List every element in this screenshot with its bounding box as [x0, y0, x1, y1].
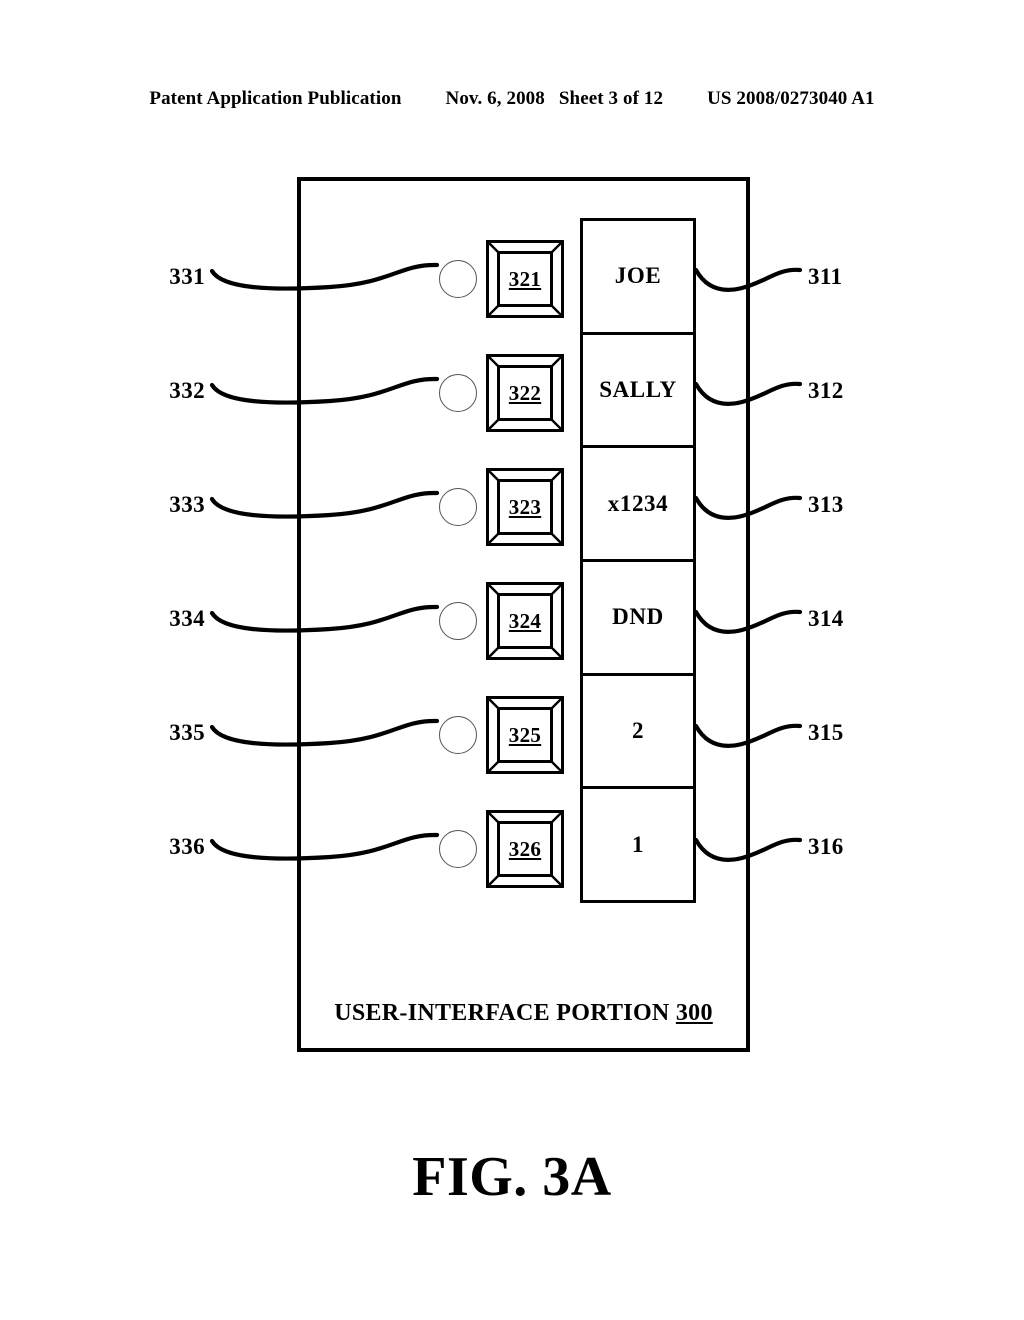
ref-label-right: 316	[808, 834, 844, 859]
display-cell: 2	[583, 675, 693, 790]
ref-label-left: 331	[169, 264, 205, 289]
panel-caption-number: 300	[675, 1000, 713, 1026]
display-column: JOE SALLY x1234 DND 2 1	[580, 218, 696, 903]
button-inner-face: 324	[497, 593, 553, 649]
button-label: 325	[508, 722, 542, 747]
ref-label-left: 334	[169, 606, 205, 631]
led-indicator	[439, 830, 477, 868]
button-label: 321	[508, 266, 542, 291]
ref-label-left: 332	[169, 378, 205, 403]
led-indicator	[439, 488, 477, 526]
panel-caption: USER-INTERFACE PORTION 300	[297, 1000, 750, 1027]
ref-label-right: 313	[808, 492, 844, 517]
ref-label-right: 311	[808, 264, 843, 289]
ref-label-right: 314	[808, 606, 844, 631]
hard-button[interactable]: 322	[486, 354, 564, 432]
ref-label-left: 335	[169, 720, 205, 745]
display-cell: x1234	[583, 448, 693, 563]
display-cell: JOE	[583, 221, 693, 335]
button-label: 323	[508, 494, 542, 519]
led-indicator	[439, 716, 477, 754]
led-indicator	[439, 602, 477, 640]
ref-label-left: 336	[169, 834, 205, 859]
button-inner-face: 326	[497, 821, 553, 877]
button-label: 326	[508, 836, 542, 861]
button-label: 324	[508, 608, 542, 633]
display-cell: SALLY	[583, 334, 693, 449]
hard-button[interactable]: 325	[486, 696, 564, 774]
button-inner-face: 323	[497, 479, 553, 535]
led-indicator	[439, 374, 477, 412]
figure-3a: JOE SALLY x1234 DND 2 1 321 322 323 324 …	[0, 0, 1024, 1320]
button-label: 322	[508, 380, 542, 405]
figure-caption: FIG. 3A	[412, 1146, 612, 1208]
display-cell: 1	[583, 789, 693, 901]
led-indicator	[439, 260, 477, 298]
hard-button[interactable]: 324	[486, 582, 564, 660]
ref-label-right: 312	[808, 378, 844, 403]
button-inner-face: 325	[497, 707, 553, 763]
button-inner-face: 321	[497, 251, 553, 307]
hard-button[interactable]: 326	[486, 810, 564, 888]
display-cell: DND	[583, 562, 693, 676]
hard-button[interactable]: 323	[486, 468, 564, 546]
hard-button[interactable]: 321	[486, 240, 564, 318]
ref-label-right: 315	[808, 720, 844, 745]
ref-label-left: 333	[169, 492, 205, 517]
panel-caption-text: USER-INTERFACE PORTION	[334, 1000, 670, 1026]
button-inner-face: 322	[497, 365, 553, 421]
